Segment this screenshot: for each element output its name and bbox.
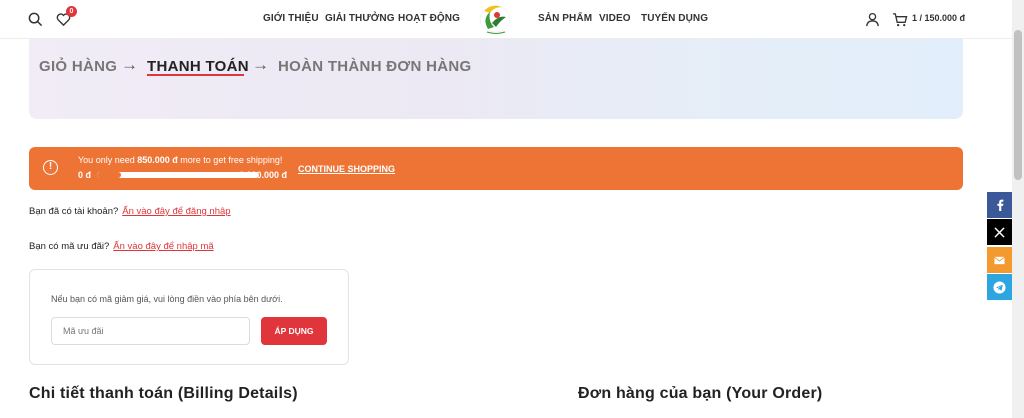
site-logo[interactable] bbox=[478, 1, 514, 37]
cart-total[interactable]: 1 / 150.000 đ bbox=[912, 13, 965, 23]
login-link[interactable]: Ấn vào đây để đăng nhập bbox=[122, 206, 230, 217]
active-step-underline bbox=[147, 74, 244, 76]
nav-tuyen-dung[interactable]: TUYỂN DỤNG bbox=[641, 13, 708, 24]
nav-gioi-thieu[interactable]: GIỚI THIỆU bbox=[263, 13, 319, 24]
continue-shopping-link[interactable]: CONTINUE SHOPPING bbox=[298, 164, 395, 174]
scrollbar-thumb[interactable] bbox=[1014, 30, 1022, 180]
nav-san-pham[interactable]: SẢN PHẨM bbox=[538, 13, 592, 24]
coupon-code-input[interactable] bbox=[51, 317, 250, 345]
your-order-title: Đơn hàng của bạn (Your Order) bbox=[578, 385, 823, 402]
info-icon: ! bbox=[43, 160, 58, 175]
show-coupon-link[interactable]: Ấn vào đây để nhập mã bbox=[113, 241, 213, 252]
login-prompt: Bạn đã có tài khoản? Ấn vào đây để đăng n… bbox=[29, 206, 231, 217]
wishlist-count-badge: 0 bbox=[66, 6, 77, 17]
email-icon bbox=[994, 256, 1005, 264]
step-arrow: → bbox=[121, 55, 138, 74]
progress-max-label: 1.000.000 đ bbox=[239, 170, 288, 180]
share-x-button[interactable] bbox=[987, 219, 1012, 245]
cart-icon[interactable] bbox=[890, 9, 910, 29]
step-order-complete: HOÀN THÀNH ĐƠN HÀNG bbox=[278, 58, 472, 75]
page-scrollbar[interactable] bbox=[1012, 0, 1024, 418]
checkout-steps-banner bbox=[29, 39, 963, 119]
progress-fill bbox=[97, 172, 122, 178]
free-shipping-notice: ! You only need 850.000 đ more to get fr… bbox=[29, 147, 963, 190]
apply-coupon-button[interactable]: ÁP DỤNG bbox=[261, 317, 327, 345]
site-header: 0 GIỚI THIỆU GIẢI THƯỞNG HOẠT ĐỘNG SẢN P… bbox=[0, 0, 1012, 39]
coupon-form: Nếu bạn có mã giảm giá, vui lòng điền và… bbox=[29, 269, 349, 365]
wishlist-button[interactable]: 0 bbox=[53, 6, 77, 29]
billing-details-title: Chi tiết thanh toán (Billing Details) bbox=[29, 385, 298, 402]
free-shipping-progress-bar bbox=[97, 172, 259, 178]
free-shipping-message: You only need 850.000 đ more to get free… bbox=[78, 155, 283, 165]
step-cart[interactable]: GIỎ HÀNG bbox=[39, 58, 117, 75]
coupon-hint: Nếu bạn có mã giảm giá, vui lòng điền và… bbox=[51, 294, 283, 304]
user-icon[interactable] bbox=[862, 9, 882, 29]
nav-giai-thuong[interactable]: GIẢI THƯỞNG bbox=[325, 13, 395, 24]
progress-min-label: 0 đ bbox=[78, 170, 92, 180]
search-icon[interactable] bbox=[25, 9, 45, 29]
telegram-icon bbox=[993, 280, 1006, 294]
share-telegram-button[interactable] bbox=[987, 274, 1012, 300]
step-checkout: THANH TOÁN bbox=[147, 58, 249, 75]
share-facebook-button[interactable] bbox=[987, 192, 1012, 218]
facebook-icon bbox=[996, 199, 1003, 211]
nav-video[interactable]: VIDEO bbox=[599, 13, 631, 24]
share-email-button[interactable] bbox=[987, 247, 1012, 273]
step-arrow: → bbox=[252, 55, 269, 74]
x-icon bbox=[994, 226, 1005, 238]
nav-hoat-dong[interactable]: HOẠT ĐỘNG bbox=[398, 13, 460, 24]
coupon-prompt: Bạn có mã ưu đãi? Ấn vào đây để nhập mã bbox=[29, 241, 214, 252]
